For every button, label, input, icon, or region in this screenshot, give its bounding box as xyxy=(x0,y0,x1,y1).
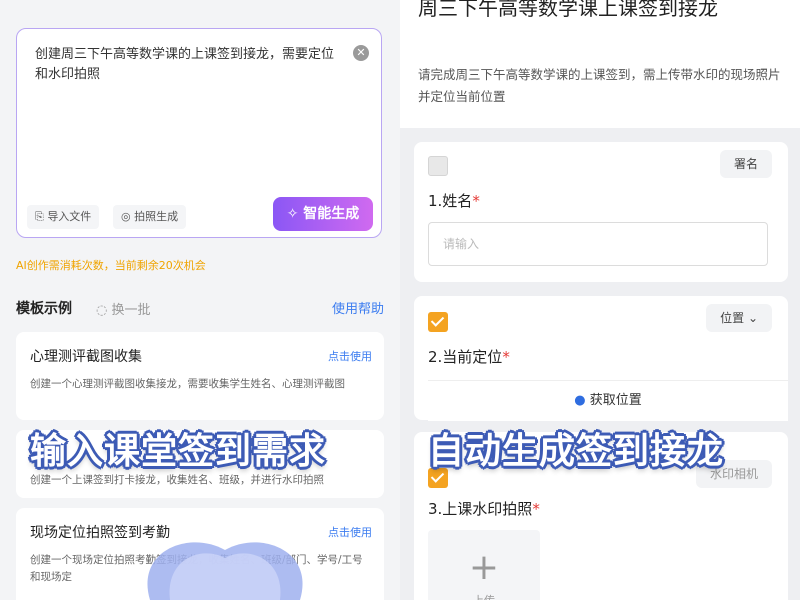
location-pin-icon: ● xyxy=(574,393,586,408)
refresh-icon: ◌ xyxy=(96,303,108,318)
template-use-link[interactable]: 点击使用 xyxy=(328,524,372,540)
help-link[interactable]: 使用帮助 xyxy=(332,298,384,317)
left-caption: 输入课堂签到需求 xyxy=(30,431,327,472)
file-import-icon: ⎘ xyxy=(35,210,44,223)
photo-generate-button[interactable]: ◎ 拍照生成 xyxy=(113,205,187,229)
butterfly-decoration xyxy=(147,542,303,600)
template-card[interactable]: 心理测评截图收集 点击使用 创建一个心理测评截图收集接龙，需要收集学生姓名、心理… xyxy=(16,332,384,420)
name-input[interactable]: 请输入 xyxy=(428,222,768,266)
field-type-tag[interactable]: 位置 ⌄ xyxy=(706,304,772,332)
ai-input-text[interactable]: 创建周三下午高等数学课的上课签到接龙，需要定位和水印拍照 xyxy=(35,45,335,85)
upload-hint: 上传 xyxy=(428,592,540,600)
template-desc: 创建一个心理测评截图收集接龙，需要收集学生姓名、心理测评截图 xyxy=(30,378,345,390)
field-checkbox[interactable] xyxy=(428,156,448,176)
field-label: 3.上课水印拍照* xyxy=(428,500,540,518)
ai-usage-tip: AI创作需消耗次数，当前剩余20次机会 xyxy=(16,259,206,272)
get-location-button[interactable]: ● 获取位置 xyxy=(428,380,788,421)
template-name: 心理测评截图收集 xyxy=(30,349,142,365)
smart-generate-label: 智能生成 xyxy=(303,206,360,222)
left-panel: 创建周三下午高等数学课的上课签到接龙，需要定位和水印拍照 ✕ ⎘ 导入文件 ◎ … xyxy=(0,0,400,600)
field-card-name: 署名 1.姓名* 请输入 xyxy=(414,142,788,282)
swap-batch-button[interactable]: ◌ 换一批 xyxy=(96,299,151,318)
field-card-location: 位置 ⌄ 2.当前定位* ● 获取位置 xyxy=(414,296,788,421)
field-checkbox[interactable] xyxy=(428,312,448,332)
chevron-down-icon: ⌄ xyxy=(747,311,758,325)
camera-icon: ◎ xyxy=(121,210,131,223)
template-header: 模板示例 ◌ 换一批 使用帮助 xyxy=(16,298,384,318)
ai-input-card[interactable]: 创建周三下午高等数学课的上课签到接龙，需要定位和水印拍照 ✕ ⎘ 导入文件 ◎ … xyxy=(16,28,382,238)
form-subtitle: 请完成周三下午高等数学课的上课签到，需上传带水印的现场照片并定位当前位置 xyxy=(418,67,781,104)
form-title: 周三下午高等数学课上课签到接龙 xyxy=(418,0,718,20)
get-location-label: 获取位置 xyxy=(589,393,642,408)
field-label: 2.当前定位* xyxy=(428,348,510,366)
field-label: 1.姓名* xyxy=(428,192,480,210)
field-type-tag-label: 位置 xyxy=(720,311,745,325)
smart-generate-button[interactable]: ✧ 智能生成 xyxy=(273,197,373,231)
swap-batch-label: 换一批 xyxy=(111,303,151,318)
photo-upload-box[interactable]: + 上传 xyxy=(428,530,540,600)
photo-generate-label: 拍照生成 xyxy=(134,210,179,223)
template-desc: 创建一个上课签到打卡接龙，收集姓名、班级，并进行水印拍照 xyxy=(30,474,324,486)
plus-icon: + xyxy=(468,547,500,588)
form-header: 周三下午高等数学课上课签到接龙 请完成周三下午高等数学课的上课签到，需上传带水印… xyxy=(400,0,800,128)
template-name: 现场定位拍照签到考勤 xyxy=(30,525,170,541)
template-use-link[interactable]: 点击使用 xyxy=(328,348,372,364)
close-circle-icon[interactable]: ✕ xyxy=(353,45,369,61)
import-file-button[interactable]: ⎘ 导入文件 xyxy=(27,205,100,229)
right-panel: 周三下午高等数学课上课签到接龙 请完成周三下午高等数学课的上课签到，需上传带水印… xyxy=(400,0,800,600)
import-file-label: 导入文件 xyxy=(47,210,92,223)
template-section-title: 模板示例 xyxy=(16,301,72,317)
sparkle-icon: ✧ xyxy=(286,206,299,222)
right-caption: 自动生成签到接龙 xyxy=(428,431,725,472)
field-type-tag[interactable]: 署名 xyxy=(719,150,772,178)
